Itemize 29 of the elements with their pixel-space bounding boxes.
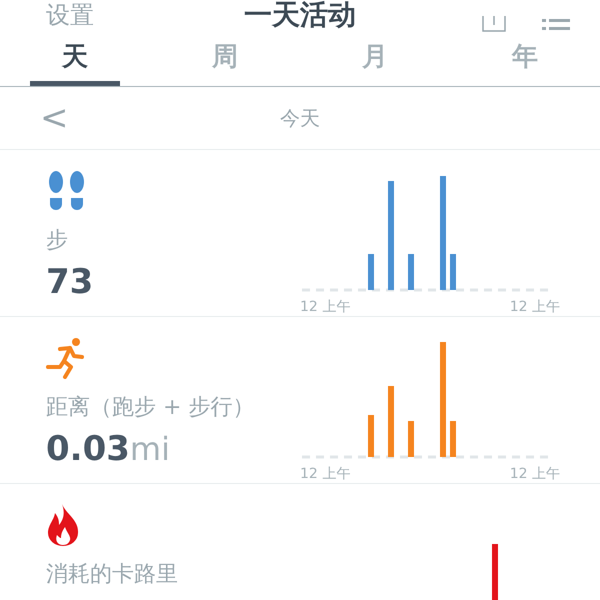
list-icon[interactable] — [542, 16, 570, 32]
flame-icon — [46, 504, 80, 546]
period-tab[interactable]: 天 — [30, 32, 120, 86]
period-tab[interactable]: 月 — [330, 32, 420, 86]
period-tab[interactable]: 年 — [480, 32, 570, 86]
chart-bar — [450, 421, 456, 457]
date-label: 今天 — [280, 104, 320, 132]
metric-label: 距离（跑步 + 步行） — [46, 394, 254, 422]
metric-label: 消耗的卡路里 — [46, 561, 178, 589]
axis-label: 12 上午 — [510, 465, 560, 483]
axis-label: 12 上午 — [300, 465, 350, 483]
page-title: 一天活动 — [244, 0, 356, 32]
chart-bar — [408, 421, 414, 457]
back-button[interactable]: < — [40, 101, 68, 135]
metric-label: 步 — [46, 227, 69, 255]
runner-icon — [46, 337, 86, 379]
settings-link[interactable]: 设置 — [46, 0, 94, 32]
metric-value: 0.03 — [46, 429, 130, 469]
axis-label: 12 上午 — [300, 298, 350, 316]
chart-bar — [492, 544, 498, 600]
chart-bar — [368, 415, 374, 457]
chart-bar — [388, 386, 394, 457]
metric-value: 73 — [46, 262, 94, 302]
chart-bar — [368, 254, 374, 290]
unit-label: mi — [130, 430, 170, 468]
axis-label: 12 上午 — [510, 298, 560, 316]
period-tab[interactable]: 周 — [180, 32, 270, 86]
chart-bar — [450, 254, 456, 290]
chart-bar — [408, 254, 414, 290]
